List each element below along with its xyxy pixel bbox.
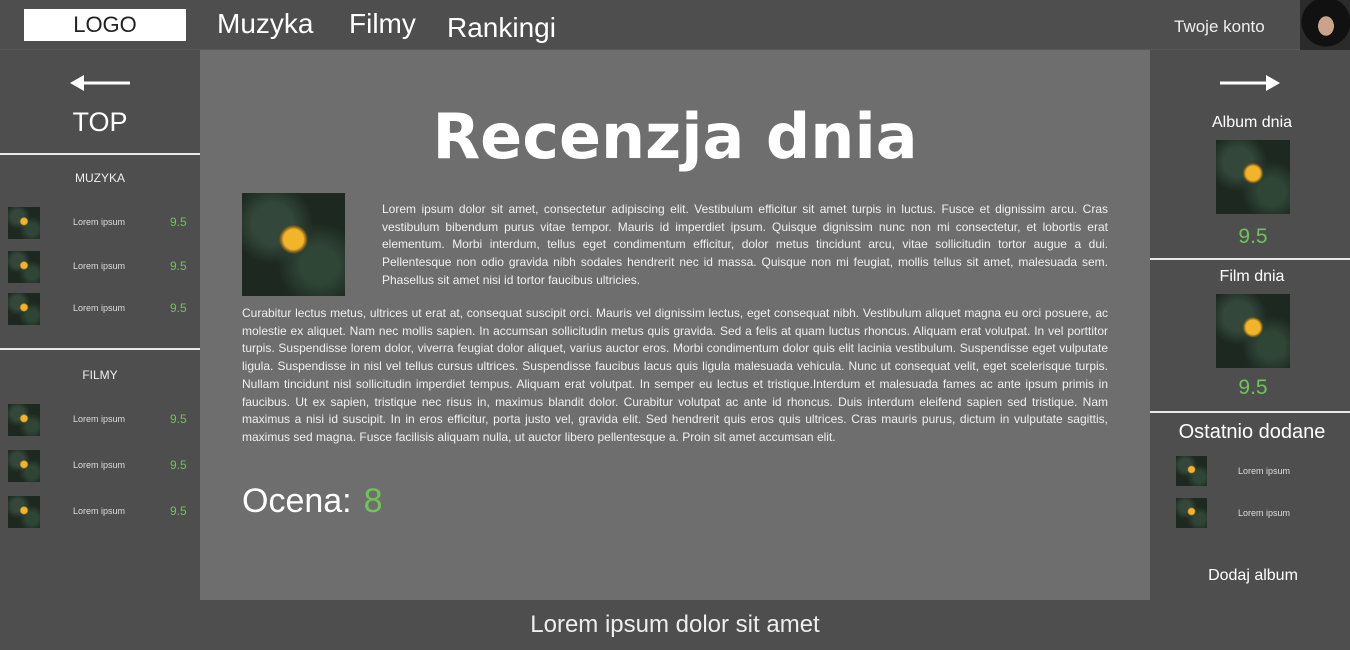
nav-muzyka[interactable]: Muzyka (217, 8, 313, 40)
item-name: Lorem ipsum (73, 460, 126, 470)
rating-label: Ocena: (242, 482, 352, 520)
arrow-left-icon[interactable] (70, 74, 130, 92)
nav-rankingi[interactable]: Rankingi (447, 12, 556, 44)
film-list-item[interactable]: Lorem ipsum 9.5 (8, 496, 193, 528)
divider (0, 348, 200, 350)
flower-thumbnail (8, 496, 40, 528)
header: LOGO Muzyka Filmy Rankingi Twoje konto (0, 0, 1350, 50)
right-sidebar: Album dnia 9.5 Film dnia 9.5 Ostatnio do… (1150, 50, 1350, 600)
item-score: 9.5 (170, 504, 187, 518)
main-review: Recenzja dnia Lorem ipsum dolor sit amet… (200, 50, 1150, 600)
flower-thumbnail (1176, 456, 1207, 486)
films-section-title: FILMY (82, 368, 118, 382)
film-of-day-image[interactable] (1216, 294, 1290, 368)
add-album-button[interactable]: Dodaj album (1150, 567, 1350, 585)
recently-added-title: Ostatnio dodane (1178, 421, 1326, 443)
album-of-day-score: 9.5 (1238, 225, 1268, 248)
film-list-item[interactable]: Lorem ipsum 9.5 (8, 450, 193, 482)
film-list-item[interactable]: Lorem ipsum 9.5 (8, 404, 193, 436)
nav-filmy[interactable]: Filmy (349, 8, 416, 40)
left-sidebar: TOP MUZYKA Lorem ipsum 9.5 Lorem ipsum 9… (0, 50, 200, 600)
item-score: 9.5 (170, 412, 187, 426)
item-score: 9.5 (170, 259, 187, 273)
album-of-day-image[interactable] (1216, 140, 1290, 214)
item-score: 9.5 (170, 215, 187, 229)
page-title: Recenzja dnia (432, 100, 918, 173)
music-list-item[interactable]: Lorem ipsum 9.5 (8, 251, 193, 283)
flower-thumbnail (8, 293, 40, 325)
divider (1150, 411, 1350, 413)
recent-list-item[interactable]: Lorem ipsum (1176, 456, 1336, 486)
account-link[interactable]: Twoje konto (1174, 17, 1265, 37)
review-paragraph-1: Lorem ipsum dolor sit amet, consectetur … (382, 202, 1108, 287)
avatar[interactable] (1300, 0, 1350, 50)
review-image (242, 193, 345, 296)
film-of-day-title: Film dnia (1219, 268, 1285, 285)
flower-thumbnail (8, 251, 40, 283)
item-name: Lorem ipsum (73, 506, 126, 516)
music-list-item[interactable]: Lorem ipsum 9.5 (8, 207, 193, 239)
rating-value: 8 (363, 482, 383, 520)
flower-thumbnail (8, 450, 40, 482)
item-name: Lorem ipsum (1238, 508, 1291, 518)
music-section-title: MUZYKA (74, 171, 125, 185)
item-name: Lorem ipsum (1238, 466, 1291, 476)
flower-thumbnail (1176, 498, 1207, 528)
rating: Ocena: 8 (242, 482, 383, 521)
item-name: Lorem ipsum (73, 414, 126, 424)
footer-text: Lorem ipsum dolor sit amet (530, 611, 820, 638)
item-name: Lorem ipsum (73, 303, 126, 313)
divider (1150, 258, 1350, 260)
item-score: 9.5 (170, 301, 187, 315)
music-list-item[interactable]: Lorem ipsum 9.5 (8, 293, 193, 325)
item-name: Lorem ipsum (73, 261, 126, 271)
item-name: Lorem ipsum (73, 217, 126, 227)
film-of-day-score: 9.5 (1238, 376, 1268, 399)
arrow-right-icon[interactable] (1220, 74, 1280, 92)
item-score: 9.5 (170, 458, 187, 472)
flower-thumbnail (8, 404, 40, 436)
divider (0, 153, 200, 155)
album-of-day-title: Album dnia (1211, 114, 1293, 131)
recent-list-item[interactable]: Lorem ipsum (1176, 498, 1336, 528)
top-heading: TOP (72, 107, 128, 137)
flower-thumbnail (8, 207, 40, 239)
review-paragraph-2: Curabitur lectus metus, ultrices ut erat… (242, 306, 1108, 444)
logo[interactable]: LOGO (24, 9, 186, 41)
